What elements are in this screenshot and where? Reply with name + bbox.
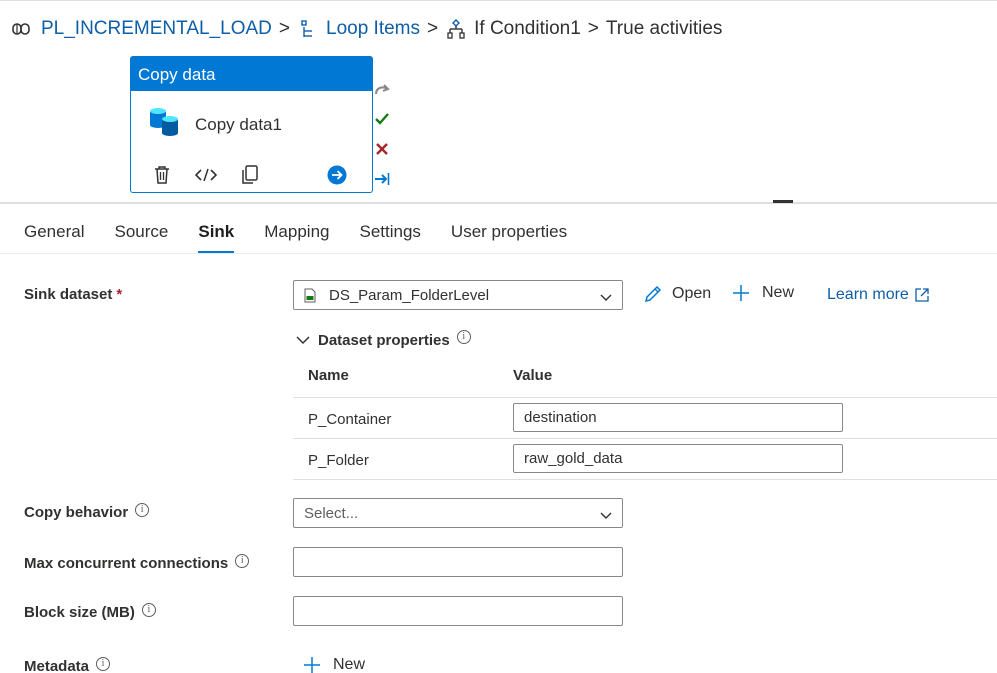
- copy-behavior-label-text: Copy behavior: [24, 504, 129, 521]
- chevron-down-icon: [600, 289, 612, 306]
- activity-type-label: Copy data: [131, 57, 372, 91]
- tab-mapping[interactable]: Mapping: [264, 222, 329, 254]
- param-name-container: P_Container: [308, 411, 392, 428]
- edit-pencil-icon: [643, 284, 663, 304]
- foreach-icon: [297, 18, 319, 40]
- open-dataset-button[interactable]: Open: [643, 284, 711, 304]
- metadata-label: Metadata i: [24, 656, 111, 673]
- block-size-label: Block size (MB) i: [24, 602, 156, 621]
- max-concurrent-connections-label: Max concurrent connections i: [24, 553, 250, 572]
- breadcrumb-separator: >: [587, 18, 599, 39]
- param-value-folder-input[interactable]: raw_gold_data: [513, 444, 843, 473]
- breadcrumb-if-condition[interactable]: If Condition1: [474, 18, 581, 40]
- chevron-down-icon: [296, 336, 310, 345]
- row-divider: [293, 479, 997, 480]
- learn-more-link[interactable]: Learn more: [827, 286, 929, 304]
- property-tabs: General Source Sink Mapping Settings Use…: [24, 222, 597, 254]
- dataset-file-icon: [304, 288, 316, 303]
- copy-behavior-label: Copy behavior i: [24, 502, 150, 521]
- param-value-container-input[interactable]: destination: [513, 403, 843, 432]
- sink-dataset-value: DS_Param_FolderLevel: [329, 286, 490, 304]
- new-dataset-button[interactable]: New: [732, 284, 794, 302]
- column-header-name: Name: [308, 367, 349, 384]
- external-link-icon: [915, 288, 929, 302]
- required-mark: *: [116, 286, 123, 303]
- row-divider: [293, 397, 997, 398]
- copy-behavior-placeholder: Select...: [304, 504, 359, 522]
- sink-dataset-label: Sink dataset *: [24, 286, 122, 303]
- row-divider: [293, 438, 997, 439]
- info-icon[interactable]: i: [96, 656, 111, 671]
- new-button-label: New: [762, 284, 795, 301]
- metadata-label-text: Metadata: [24, 658, 90, 673]
- open-button-label: Open: [672, 285, 712, 302]
- chevron-down-icon: [600, 507, 612, 524]
- param-name-folder: P_Folder: [308, 452, 369, 469]
- plus-icon: [303, 656, 321, 673]
- column-header-value: Value: [513, 367, 553, 384]
- copy-data-activity-card[interactable]: Copy data Copy data1: [130, 56, 373, 193]
- copy-data-icon: [147, 105, 181, 144]
- dataset-properties-label: Dataset properties: [318, 332, 450, 349]
- learn-more-text: Learn more: [827, 286, 909, 303]
- block-size-label-text: Block size (MB): [24, 604, 135, 621]
- tab-source[interactable]: Source: [114, 222, 168, 254]
- code-icon[interactable]: [195, 164, 217, 186]
- activity-name: Copy data1: [195, 114, 282, 134]
- tab-user-properties[interactable]: User properties: [451, 222, 567, 254]
- tab-settings[interactable]: Settings: [359, 222, 420, 254]
- breadcrumb-foreach-link[interactable]: Loop Items: [326, 18, 420, 40]
- tab-general[interactable]: General: [24, 222, 84, 254]
- tabs-divider: [0, 253, 997, 254]
- max-concurrent-connections-label-text: Max concurrent connections: [24, 555, 229, 572]
- breadcrumb-pipeline-link[interactable]: PL_INCREMENTAL_LOAD: [41, 18, 272, 40]
- splitter-handle[interactable]: [773, 200, 793, 203]
- sink-dataset-label-text: Sink dataset: [24, 286, 113, 303]
- breadcrumb-current: True activities: [605, 18, 723, 39]
- metadata-new-label: New: [333, 656, 366, 673]
- info-icon[interactable]: i: [456, 329, 471, 344]
- tab-sink[interactable]: Sink: [198, 222, 234, 254]
- activity-status-connectors: [373, 80, 391, 200]
- top-border: [0, 0, 997, 3]
- info-icon[interactable]: i: [235, 553, 250, 568]
- dataset-properties-toggle[interactable]: Dataset properties i: [296, 329, 471, 349]
- max-concurrent-connections-input[interactable]: [293, 547, 623, 577]
- breadcrumb: PL_INCREMENTAL_LOAD > Loop Items > If Co…: [12, 16, 722, 42]
- metadata-new-button[interactable]: New: [303, 656, 365, 673]
- copy-behavior-select[interactable]: Select...: [293, 498, 623, 528]
- if-condition-icon: [445, 18, 467, 40]
- breadcrumb-separator: >: [278, 18, 290, 39]
- copy-icon[interactable]: [239, 164, 261, 186]
- go-arrow-icon[interactable]: [326, 164, 348, 186]
- completion-icon[interactable]: [373, 170, 390, 187]
- skipped-icon[interactable]: [373, 80, 390, 97]
- info-icon[interactable]: i: [141, 602, 156, 617]
- panel-splitter[interactable]: [0, 202, 997, 204]
- failure-icon[interactable]: [373, 140, 390, 157]
- pipeline-icon: [12, 18, 34, 40]
- plus-icon: [732, 284, 750, 302]
- delete-icon[interactable]: [151, 164, 173, 186]
- sink-dataset-select[interactable]: DS_Param_FolderLevel: [293, 280, 623, 310]
- breadcrumb-separator: >: [427, 18, 439, 39]
- info-icon[interactable]: i: [135, 502, 150, 517]
- block-size-input[interactable]: [293, 596, 623, 626]
- success-icon[interactable]: [373, 110, 390, 127]
